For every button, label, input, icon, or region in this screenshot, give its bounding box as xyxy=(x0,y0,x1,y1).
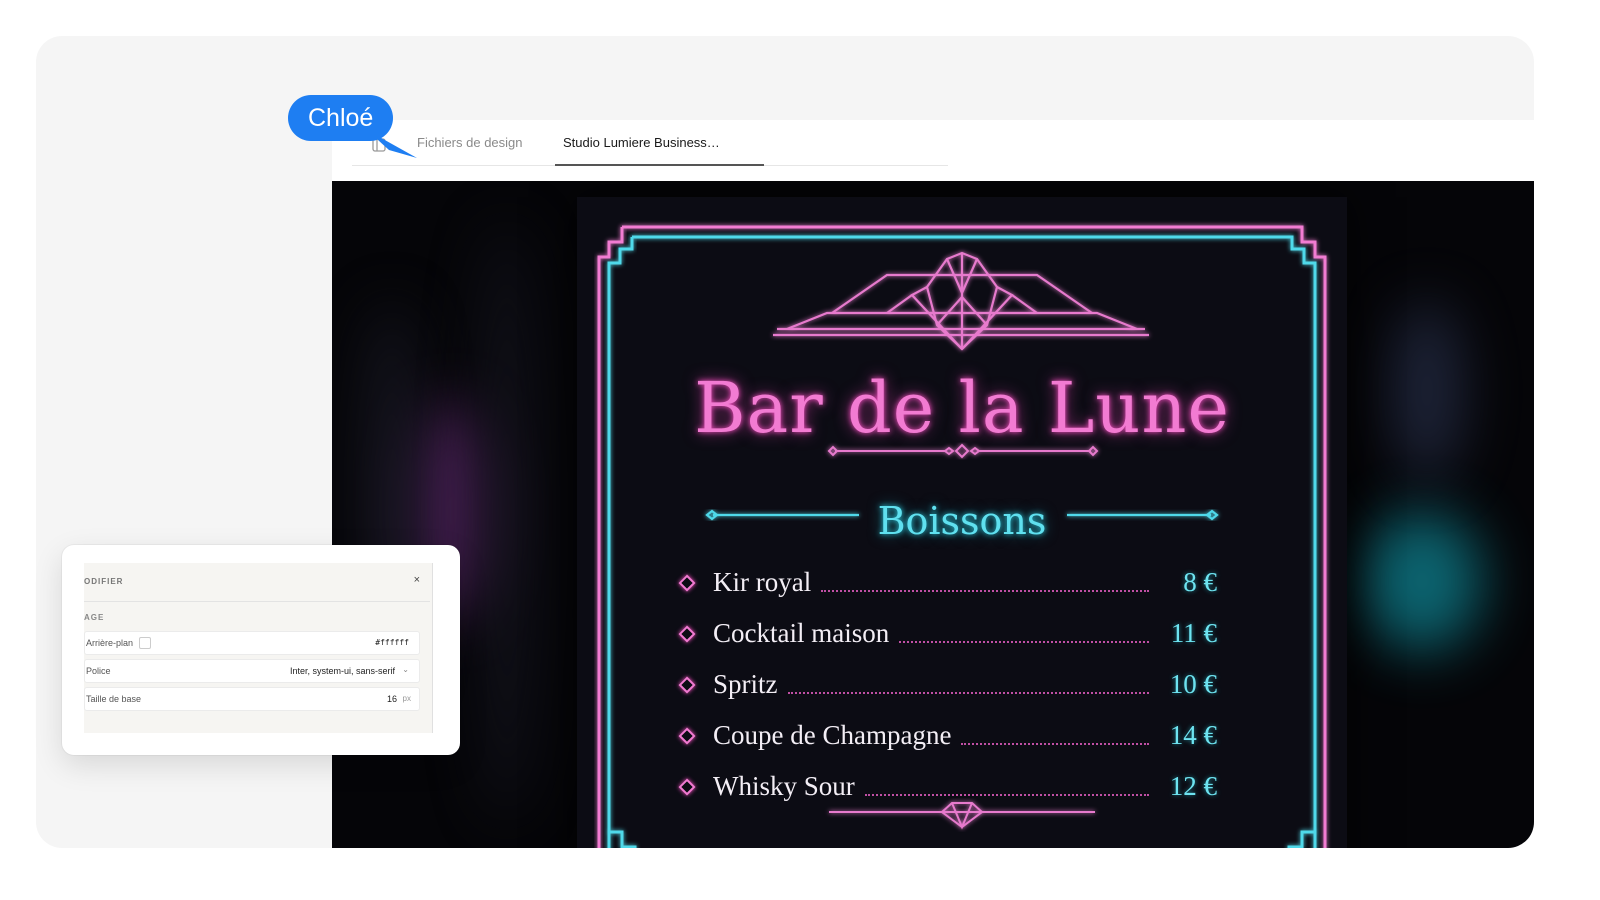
diamond-bullet-icon xyxy=(678,574,696,591)
tab-studio-lumiere[interactable]: Studio Lumiere Business… xyxy=(563,135,720,150)
menu-title: Bar de la Lune xyxy=(694,367,1230,449)
menu-item[interactable]: Whisky Sour 12 € xyxy=(677,761,1217,812)
bokeh-light xyxy=(472,221,542,821)
properties-panel: ODIFIER × AGE Arrière-plan #ffffff Polic… xyxy=(62,545,460,755)
item-name: Coupe de Champagne xyxy=(713,720,952,750)
dotted-leader xyxy=(821,589,1149,592)
base-size-field[interactable]: Taille de base 16 px xyxy=(84,687,420,711)
panel-divider xyxy=(84,601,430,602)
item-name: Spritz xyxy=(713,669,778,699)
field-label: Taille de base xyxy=(86,694,142,704)
color-swatch[interactable] xyxy=(139,637,151,649)
dotted-leader xyxy=(899,640,1149,643)
bokeh-light xyxy=(1392,301,1462,481)
item-price: 11 € xyxy=(1170,618,1217,648)
menu-items: Kir royal 8 € Cocktail maison 11 € Sprit… xyxy=(677,557,1217,812)
field-value: 16 xyxy=(386,694,397,704)
item-name: Whisky Sour xyxy=(713,771,855,801)
app-window: Fichiers de design Studio Lumiere Busine… xyxy=(332,120,1534,848)
section-title: Boissons xyxy=(877,499,1047,543)
panel-section-label: AGE xyxy=(84,613,105,622)
chevron-down-icon: ⌄ xyxy=(402,665,409,674)
menu-item[interactable]: Kir royal 8 € xyxy=(677,557,1217,608)
unit-label: px xyxy=(402,694,411,703)
bokeh-light xyxy=(1362,511,1482,651)
dotted-leader xyxy=(864,793,1149,796)
diamond-bullet-icon xyxy=(678,778,696,795)
close-icon[interactable]: × xyxy=(414,574,420,586)
item-name: Kir royal xyxy=(713,567,812,597)
item-price: 12 € xyxy=(1169,771,1217,801)
collaborator-name-tag: Chloé xyxy=(288,95,394,141)
menu-item[interactable]: Coupe de Champagne 14 € xyxy=(677,710,1217,761)
field-value: Inter, system-ui, sans-serif xyxy=(289,666,395,676)
item-price: 10 € xyxy=(1169,669,1217,699)
field-label: Arrière-plan xyxy=(86,638,134,648)
font-select[interactable]: Police Inter, system-ui, sans-serif ⌄ xyxy=(84,659,420,683)
design-canvas[interactable]: Bar de la Lune Boissons Kir royal 8 € Co… xyxy=(332,181,1534,848)
menu-board[interactable]: Bar de la Lune Boissons Kir royal 8 € Co… xyxy=(577,197,1347,848)
dotted-leader xyxy=(961,742,1149,745)
diamond-bullet-icon xyxy=(678,625,696,642)
diamond-bullet-icon xyxy=(678,676,696,693)
menu-item[interactable]: Cocktail maison 11 € xyxy=(677,608,1217,659)
menu-item[interactable]: Spritz 10 € xyxy=(677,659,1217,710)
dotted-leader xyxy=(787,691,1149,694)
properties-panel-inner: ODIFIER × AGE Arrière-plan #ffffff Polic… xyxy=(84,563,433,733)
field-value: #ffffff xyxy=(375,638,409,647)
tab-design-files[interactable]: Fichiers de design xyxy=(417,135,523,150)
diamond-bullet-icon xyxy=(678,727,696,744)
background-color-field[interactable]: Arrière-plan #ffffff xyxy=(84,631,420,655)
item-price: 14 € xyxy=(1169,720,1217,750)
item-name: Cocktail maison xyxy=(713,618,890,648)
panel-header: ODIFIER xyxy=(84,577,124,586)
tab-bar: Fichiers de design Studio Lumiere Busine… xyxy=(332,120,1534,180)
active-tab-indicator xyxy=(555,164,764,166)
field-label: Police xyxy=(86,666,111,676)
item-price: 8 € xyxy=(1183,567,1217,597)
